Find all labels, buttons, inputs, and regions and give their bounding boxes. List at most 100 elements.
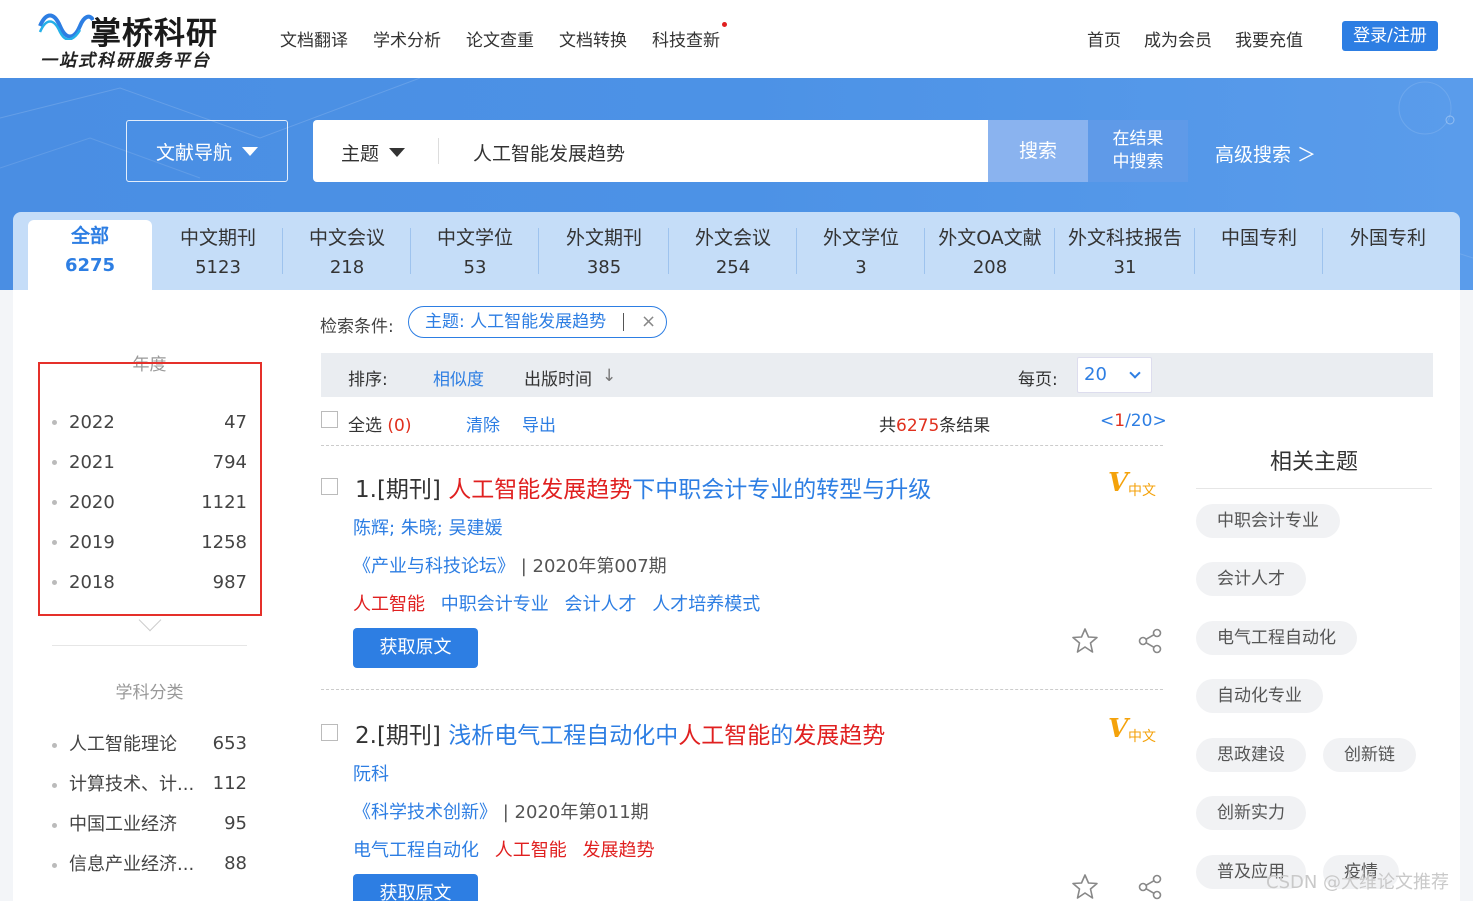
- result-authors[interactable]: 陈辉; 朱晓; 吴建媛: [353, 514, 503, 540]
- keyword-tag[interactable]: 中职会计专业: [441, 594, 549, 615]
- title-highlight: 人工智能: [678, 723, 771, 749]
- get-fulltext-button[interactable]: 获取原文: [353, 874, 478, 901]
- nav-plagiarism-check[interactable]: 论文查重: [466, 26, 534, 51]
- related-topic-tag[interactable]: 创新链: [1323, 738, 1416, 772]
- login-register-button[interactable]: 登录/注册: [1342, 21, 1438, 51]
- tab-cn-patent[interactable]: 中国专利: [1195, 222, 1323, 290]
- nav-doc-convert[interactable]: 文档转换: [559, 26, 627, 51]
- share-icon[interactable]: [1136, 873, 1164, 901]
- nav-academic-analysis[interactable]: 学术分析: [373, 26, 441, 51]
- caret-down-icon: [242, 146, 258, 156]
- selected-count: (0): [387, 416, 412, 436]
- result-title[interactable]: 2.[期刊] 浅析电气工程自动化中人工智能的发展趋势: [355, 716, 885, 750]
- subject-filter-item[interactable]: 中国工业经济 95: [52, 803, 247, 843]
- nav-recharge[interactable]: 我要充值: [1235, 26, 1303, 51]
- title-text: 的: [770, 723, 794, 749]
- subject-count: 112: [212, 772, 247, 794]
- related-topic-tag[interactable]: 电气工程自动化: [1196, 621, 1357, 655]
- search-button[interactable]: 搜索: [988, 120, 1088, 182]
- related-topic-tag[interactable]: 创新实力: [1196, 796, 1306, 830]
- related-topic-tag[interactable]: 会计人才: [1196, 562, 1306, 596]
- subject-filter-item[interactable]: 信息产业经济... 88: [52, 843, 247, 883]
- keyword-tag[interactable]: 电气工程自动化: [353, 840, 479, 861]
- result-checkbox[interactable]: [321, 724, 338, 741]
- tab-count: 6275: [64, 255, 116, 276]
- tab-foreign-patent[interactable]: 外国专利: [1323, 222, 1453, 290]
- nav-novelty-search[interactable]: 科技查新: [652, 22, 727, 51]
- select-all-checkbox[interactable]: [321, 411, 338, 428]
- tab-foreign-degree[interactable]: 外文学位 3: [797, 222, 925, 290]
- sort-by-pub-time[interactable]: 出版时间: [524, 365, 592, 390]
- journal-issue: | 2020年第007期: [515, 556, 667, 577]
- advanced-search-link[interactable]: 高级搜索 ＞: [1215, 140, 1316, 167]
- export-button[interactable]: 导出: [522, 411, 556, 436]
- select-all-label[interactable]: 全选 (0): [348, 411, 412, 436]
- subject-filter-item[interactable]: 计算技术、计... 112: [52, 763, 247, 803]
- tab-cn-conference[interactable]: 中文会议 218: [283, 222, 411, 290]
- nav-home[interactable]: 首页: [1087, 26, 1121, 51]
- result-checkbox[interactable]: [321, 478, 338, 495]
- subject-filter-item[interactable]: 人工智能理论 653: [52, 723, 247, 763]
- sort-by-relevance[interactable]: 相似度: [433, 365, 484, 390]
- tab-cn-degree[interactable]: 中文学位 53: [411, 222, 539, 290]
- chinese-source-badge: V 中文: [1108, 468, 1158, 500]
- subject-count: 653: [212, 732, 247, 754]
- result-keywords: 电气工程自动化 人工智能 发展趋势: [353, 836, 664, 862]
- tab-label: 外文OA文献: [938, 227, 1042, 249]
- close-icon[interactable]: ×: [641, 307, 656, 337]
- clear-selection-button[interactable]: 清除: [466, 411, 500, 436]
- journal-link[interactable]: 《产业与科技论坛》: [353, 556, 515, 577]
- sort-bar: 排序: 相似度 出版时间 ↓ 每页: 20: [321, 353, 1433, 397]
- star-icon[interactable]: [1071, 627, 1099, 655]
- tab-label: 外文学位: [822, 227, 899, 249]
- tab-foreign-oa[interactable]: 外文OA文献 208: [925, 222, 1055, 290]
- tab-foreign-tech-report[interactable]: 外文科技报告 31: [1055, 222, 1195, 290]
- search-in-results-line2: 中搜索: [1112, 152, 1164, 172]
- search-input[interactable]: [473, 138, 973, 166]
- keyword-tag[interactable]: 人工智能: [495, 840, 567, 861]
- logo[interactable]: 掌桥科研 一站式科研服务平台: [38, 6, 238, 71]
- search-in-results-button[interactable]: 在结果 中搜索: [1088, 120, 1188, 182]
- sort-label: 排序:: [348, 370, 388, 390]
- search-type-dropdown[interactable]: 主题: [341, 139, 406, 166]
- nav-membership[interactable]: 成为会员: [1144, 26, 1212, 51]
- tab-all[interactable]: 全部 6275: [28, 220, 152, 290]
- select-all-text: 全选: [348, 416, 382, 436]
- literature-nav-dropdown[interactable]: 文献导航: [126, 120, 288, 182]
- page-suffix: /20>: [1125, 411, 1167, 431]
- result-title[interactable]: 1.[期刊] 人工智能发展趋势下中职会计专业的转型与升级: [355, 470, 931, 504]
- tab-cn-journal[interactable]: 中文期刊 5123: [153, 222, 283, 290]
- divider: [321, 689, 1163, 690]
- journal-link[interactable]: 《科学技术创新》: [353, 802, 497, 823]
- result-authors[interactable]: 阮科: [353, 760, 389, 786]
- source-tabs: 全部 6275 中文期刊 5123 中文会议 218 中文学位 53 外文期刊 …: [13, 212, 1460, 290]
- logo-wave-icon: [38, 13, 94, 40]
- keyword-tag[interactable]: 人才培养模式: [652, 594, 760, 615]
- related-topic-tag[interactable]: 自动化专业: [1196, 679, 1323, 713]
- subject-filter-list: 人工智能理论 653 计算技术、计... 112 中国工业经济 95 信息产业经…: [52, 723, 247, 883]
- keyword-tag[interactable]: 会计人才: [564, 594, 636, 615]
- subject-count: 95: [224, 812, 247, 834]
- tab-foreign-journal[interactable]: 外文期刊 385: [539, 222, 669, 290]
- search-condition-tag: 主题: 人工智能发展趋势 ×: [408, 306, 667, 338]
- related-topic-tag[interactable]: 思政建设: [1196, 738, 1306, 772]
- star-icon[interactable]: [1071, 873, 1099, 901]
- get-fulltext-button[interactable]: 获取原文: [353, 628, 478, 668]
- pagination-indicator[interactable]: <1/20>: [1100, 411, 1167, 431]
- title-highlight: 发展趋势: [793, 723, 886, 749]
- per-page-label: 每页:: [1018, 370, 1058, 390]
- tab-label: 中文学位: [436, 227, 513, 249]
- keyword-tag[interactable]: 人工智能: [353, 594, 425, 615]
- literature-nav-label: 文献导航: [155, 141, 232, 164]
- tab-foreign-conference[interactable]: 外文会议 254: [669, 222, 797, 290]
- keyword-tag[interactable]: 发展趋势: [582, 840, 654, 861]
- total-results: 共6275条结果: [879, 411, 990, 436]
- divider: [438, 138, 439, 164]
- nav-doc-translate[interactable]: 文档翻译: [280, 26, 348, 51]
- related-topic-tag[interactable]: 中职会计专业: [1196, 504, 1340, 538]
- arrow-down-icon[interactable]: ↓: [602, 366, 616, 386]
- per-page-select[interactable]: 20: [1077, 357, 1152, 393]
- annotation-highlight-box: [38, 362, 262, 616]
- share-icon[interactable]: [1136, 627, 1164, 655]
- bullet-icon: [52, 782, 57, 788]
